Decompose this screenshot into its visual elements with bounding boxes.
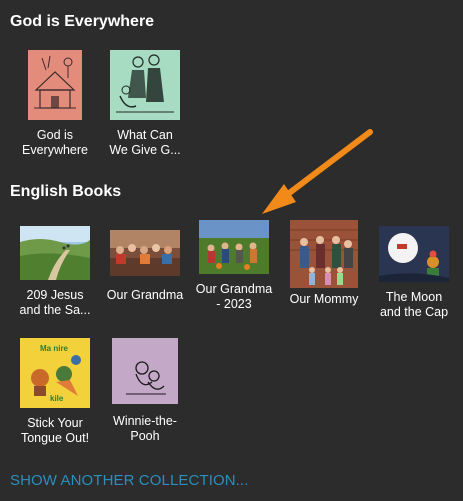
book-stick-your-tongue-out[interactable]: Ma nire kile Stick Your Tongue Out! [10, 338, 100, 446]
book-label: God is Everywhere [10, 128, 100, 158]
book-our-grandma-2023[interactable]: Our Grandma - 2023 [189, 220, 279, 312]
book-title-line2: Everywhere [22, 143, 88, 157]
cover-title-text: Ma nire [40, 344, 69, 353]
book-cover[interactable] [112, 338, 178, 404]
book-title-line1: Our Grandma [195, 282, 273, 296]
book-title-line2: Pooh [130, 429, 160, 443]
book-cover[interactable] [290, 220, 358, 288]
book-209-jesus[interactable]: 209 Jesus and the Sa... [10, 226, 100, 318]
book-title-line2: Tongue Out! [20, 431, 90, 445]
book-title-line2: and the Cap [379, 305, 449, 319]
book-title-line1: 209 Jesus [26, 288, 84, 302]
book-what-can-we-give-god[interactable]: What Can We Give G... [100, 50, 190, 158]
book-label: Our Mommy [279, 292, 369, 307]
book-title-line2: We Give G... [109, 143, 181, 157]
book-label: Our Grandma - 2023 [189, 282, 279, 312]
cover-photo-family-garden [199, 220, 269, 274]
book-title-line1: Winnie-the- [113, 414, 177, 428]
book-cover[interactable] [110, 50, 180, 120]
book-label: Stick Your Tongue Out! [10, 416, 100, 446]
book-title-line1: God is [36, 128, 74, 142]
book-title-line2: and the Sa... [19, 303, 91, 317]
book-title-line1: What Can [117, 128, 173, 142]
cover-illustration-family [116, 54, 174, 113]
book-label: The Moon and the Cap [369, 290, 459, 320]
book-title-line1: The Moon [385, 290, 443, 304]
book-our-grandma[interactable]: Our Grandma [100, 226, 190, 303]
book-cover[interactable] [28, 50, 82, 120]
cover-illustration-bears [126, 361, 166, 395]
cover-photo-family-table [110, 230, 180, 276]
book-label: Our Grandma [100, 288, 190, 303]
section-title-english-books: English Books [10, 183, 122, 200]
book-winnie-the-pooh[interactable]: Winnie-the- Pooh [100, 338, 190, 444]
book-cover[interactable] [110, 230, 180, 276]
cover-illustration-hut [34, 55, 76, 109]
book-label: What Can We Give G... [100, 128, 190, 158]
book-cover[interactable]: Ma nire kile [20, 338, 90, 408]
book-our-mommy[interactable]: Our Mommy [279, 220, 369, 307]
book-cover[interactable] [379, 226, 449, 282]
book-label: Winnie-the- Pooh [100, 414, 190, 444]
section-title-god-is-everywhere: God is Everywhere [10, 13, 155, 30]
book-the-moon-and-the-cap[interactable]: The Moon and the Cap [369, 226, 459, 320]
cover-photo-family-brick [290, 220, 358, 288]
book-title-line1: Stick Your [27, 416, 83, 430]
book-god-is-everywhere[interactable]: God is Everywhere [10, 50, 100, 158]
book-cover[interactable] [199, 220, 269, 274]
book-label: 209 Jesus and the Sa... [10, 288, 100, 318]
show-another-collection-link[interactable]: SHOW ANOTHER COLLECTION... [10, 472, 248, 489]
book-title-line2: - 2023 [216, 297, 252, 311]
book-title-line1: Our Mommy [289, 292, 359, 306]
book-cover[interactable] [20, 226, 90, 280]
book-title-line1: Our Grandma [106, 288, 184, 302]
cover-illustration-moon [379, 233, 449, 282]
cover-illustration-landscape [20, 226, 90, 280]
cover-subtitle-text: kile [50, 394, 64, 403]
